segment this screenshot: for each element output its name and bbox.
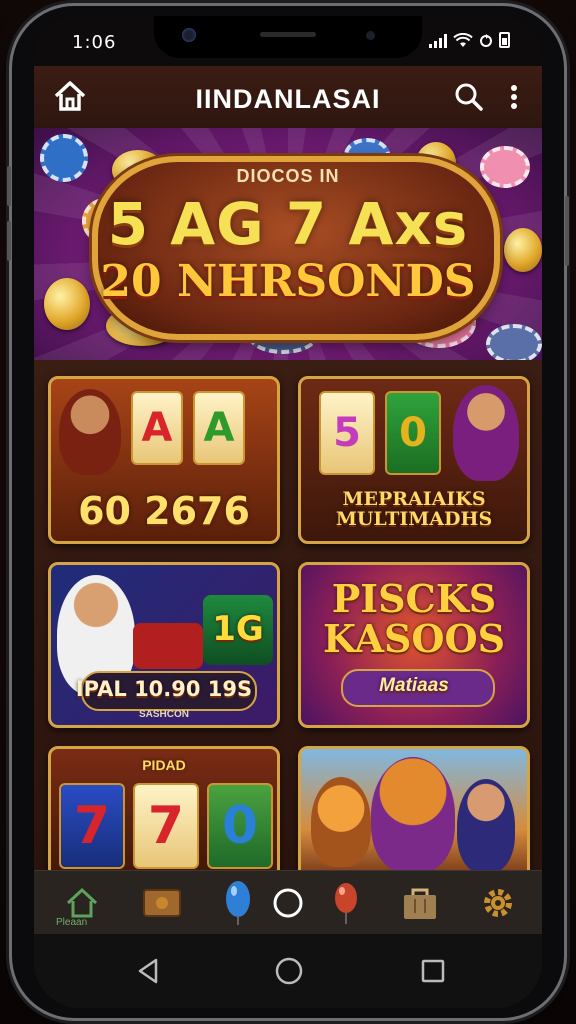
- status-time: 1:06: [72, 32, 117, 53]
- proximity-sensor: [366, 31, 375, 40]
- earpiece-speaker: [260, 32, 316, 37]
- status-icons: [429, 32, 510, 48]
- character-art: [457, 779, 515, 870]
- status-bar: 1:06: [34, 16, 542, 66]
- more-vertical-icon: [511, 85, 517, 109]
- nav-shop[interactable]: [396, 879, 444, 927]
- sync-icon: [480, 34, 492, 47]
- blue-balloon-icon: [226, 881, 250, 925]
- tiger-art: [311, 777, 371, 867]
- shopping-bag-icon: [404, 888, 436, 919]
- banner-line3: 20 NHRSONDS: [100, 256, 476, 307]
- game-title: 60 2676: [78, 489, 250, 533]
- signal-icon: [429, 34, 447, 48]
- game-card[interactable]: 1G IPAL 10.90 19S SASHCON: [48, 562, 280, 728]
- gear-icon: [484, 889, 512, 917]
- front-camera: [182, 28, 196, 42]
- game-title: IPAL 10.90 19S: [75, 677, 253, 701]
- nav-gems[interactable]: [214, 879, 262, 927]
- recents-square-icon: [421, 959, 445, 983]
- slot-reel: 5: [319, 391, 375, 475]
- recents-button[interactable]: [418, 956, 448, 986]
- game-title: MEPRAIAIKS MULTIMADHS: [335, 488, 493, 530]
- search-icon: [455, 83, 483, 111]
- red-balloon-icon: [335, 883, 357, 924]
- game-card[interactable]: 5 0 MEPRAIAIKS MULTIMADHS: [298, 376, 530, 544]
- game-tag: PIDAD: [142, 757, 186, 773]
- slot-reel: A: [131, 391, 183, 465]
- nav-settings[interactable]: [474, 879, 522, 927]
- nav-center[interactable]: [264, 879, 312, 927]
- game-card[interactable]: A A 60 2676: [48, 376, 280, 544]
- red-chip-stack: [133, 623, 203, 669]
- bottom-nav: Pleaan: [34, 870, 542, 935]
- app-bar: IINDANLASAI: [34, 66, 542, 128]
- game-card[interactable]: [298, 746, 530, 870]
- volume-up-button: [7, 166, 11, 206]
- more-options-button[interactable]: [502, 78, 526, 116]
- game-card[interactable]: PIDAD 7 7 0: [48, 746, 280, 870]
- notch: [154, 16, 422, 58]
- battery-icon: [499, 32, 510, 48]
- character-art: [453, 385, 519, 481]
- nav-rewards[interactable]: [322, 879, 370, 927]
- system-nav-bar: [34, 934, 542, 1008]
- game-grid: A A 60 2676 5 0 MEPRAIAIKS MULTIMADHS 1G…: [34, 360, 542, 870]
- search-button[interactable]: [452, 80, 486, 114]
- slot-reel: 0: [385, 391, 441, 475]
- screen: 1:06 IINDANLASAI DIOCOS IN 5 AG 7 Axs 20…: [34, 16, 542, 1008]
- nav-home-label: Pleaan: [56, 917, 88, 928]
- poker-chip: [486, 324, 542, 360]
- promo-banner[interactable]: DIOCOS IN 5 AG 7 Axs 20 NHRSONDS: [34, 128, 542, 360]
- banner-line1: DIOCOS IN: [236, 166, 340, 186]
- slot-reel: 0: [207, 783, 273, 869]
- lion-art: [371, 757, 455, 870]
- character-art: [59, 389, 121, 475]
- game-badge: 1G: [212, 609, 264, 649]
- back-button[interactable]: [134, 956, 164, 986]
- slot-reel: 7: [59, 783, 125, 869]
- game-subtitle: Matiaas: [379, 675, 449, 696]
- game-card[interactable]: PISCKS KASOOS Matiaas: [298, 562, 530, 728]
- volume-down-button: [7, 221, 11, 261]
- back-triangle-icon: [138, 958, 158, 984]
- slot-reel: A: [193, 391, 245, 465]
- home-nav-button[interactable]: [274, 956, 304, 986]
- power-button: [565, 196, 569, 266]
- game-subtitle: SASHCON: [138, 709, 189, 720]
- wallet-icon: [143, 889, 181, 917]
- home-circle-icon: [275, 957, 303, 985]
- wifi-icon: [453, 33, 473, 47]
- banner-line2: 5 AG 7 Axs: [107, 190, 469, 258]
- slot-reel: 7: [133, 783, 199, 869]
- game-title: PISCKS KASOOS: [322, 576, 506, 661]
- nav-wallet[interactable]: [138, 879, 186, 927]
- circle-icon: [273, 888, 303, 918]
